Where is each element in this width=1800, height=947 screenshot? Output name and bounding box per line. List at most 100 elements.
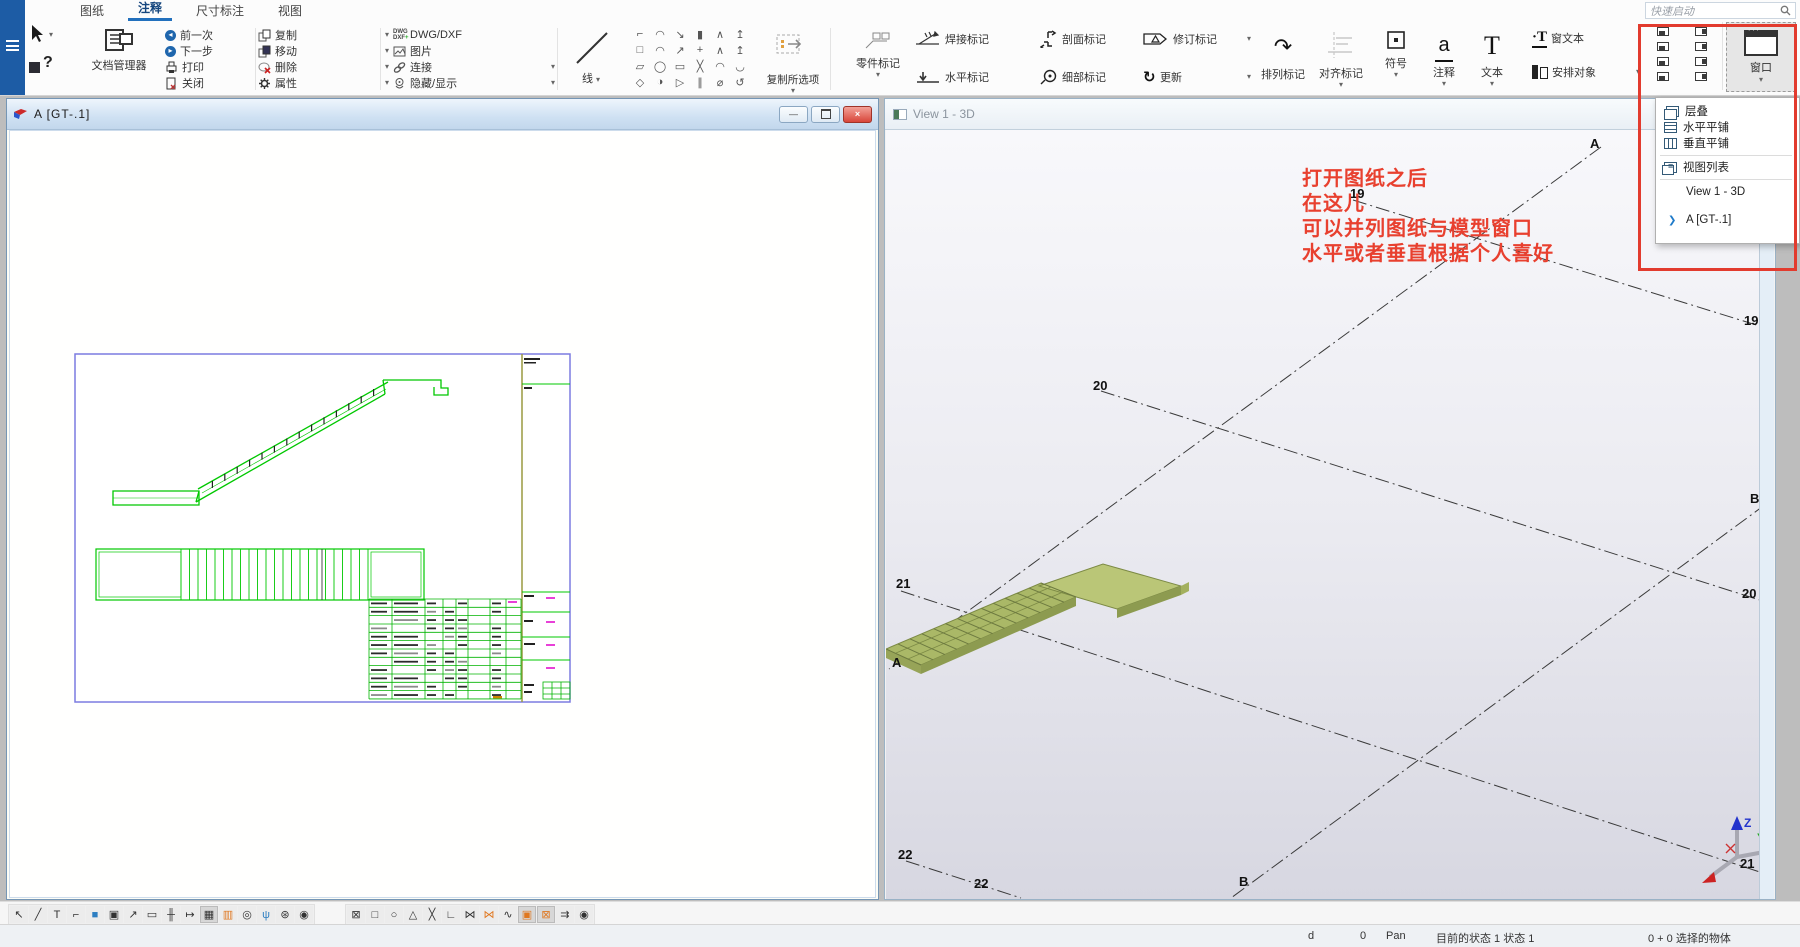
selection-switch-7[interactable]: ▭ [143,906,161,923]
selection-switch-5[interactable]: ▣ [105,906,123,923]
selection-switch-1[interactable]: ╱ [29,906,47,923]
arrange-v-icon[interactable] [1695,57,1707,66]
selection-switch-6[interactable]: ↗ [124,906,142,923]
snap-switch-4[interactable]: ╳ [423,906,441,923]
snap-switch-11[interactable]: ⇉ [556,906,574,923]
selection-switch-10[interactable]: ▦ [200,906,218,923]
snap-switch-5[interactable]: ∟ [442,906,460,923]
dwg-dxf-button[interactable]: ▾ DWGDXF+ DWG/DXF [385,27,462,43]
link-button[interactable]: ▾ 连接 ▾ [385,59,555,75]
arrange-right-icon[interactable] [1695,27,1707,36]
note-button[interactable]: a 注释▾ [1421,30,1467,88]
snap-switch-2[interactable]: ○ [385,906,403,923]
selection-switch-9[interactable]: ↦ [181,906,199,923]
arrange-corner-icon[interactable] [1695,42,1707,51]
snap-switch-12[interactable]: ◉ [575,906,593,923]
snap-switch-6[interactable]: ⋈ [461,906,479,923]
menu-item-view-list[interactable]: 视图列表 [1656,159,1799,175]
selection-switch-4[interactable]: ■ [86,906,104,923]
maximize-button[interactable] [811,106,840,123]
snap-switch-9[interactable]: ▣ [518,906,536,923]
sketch-shape-icon-11[interactable]: ↥ [735,44,744,57]
section-mark-button[interactable]: 剖面标记 [1040,31,1106,47]
minimize-button[interactable]: — [779,106,808,123]
sketch-shape-icon-20[interactable]: ▷ [676,76,684,89]
selection-switch-14[interactable]: ⊛ [276,906,294,923]
level-mark-button[interactable]: 水平标记 [915,69,989,85]
hide-show-button[interactable]: ▾ 隐藏/显示 ▾ [385,75,555,91]
selection-switch-3[interactable]: ⌐ [67,906,85,923]
tab-drawing[interactable]: 图纸 [70,0,114,21]
sketch-shape-icon-12[interactable]: ▱ [636,60,644,73]
selection-switch-2[interactable]: T [48,906,66,923]
sketch-shape-icon-6[interactable]: □ [637,44,644,56]
sketch-shape-icon-4[interactable]: ∧ [716,28,724,41]
selection-switch-0[interactable]: ↖ [10,906,28,923]
picture-button[interactable]: ▾ 图片 [385,43,432,59]
line-tool-icon[interactable] [574,30,610,66]
sketch-shape-icon-21[interactable]: ∥ [697,76,703,89]
print-button[interactable]: 打印 [165,59,204,75]
arrange-tile-icon[interactable] [1695,72,1707,81]
snap-switch-10[interactable]: ⊠ [537,906,555,923]
selection-switch-15[interactable]: ◉ [295,906,313,923]
doc-manager-button[interactable]: 文档管理器 [83,26,155,73]
menu-item-tile-vertical[interactable]: 垂直平铺 [1656,135,1799,151]
sketch-shape-icon-0[interactable]: ⌐ [637,28,643,40]
close-button[interactable]: 关闭 [165,75,204,91]
close-window-button[interactable]: × [843,106,872,123]
move-button[interactable]: 移动 [258,43,297,59]
drawing-window-titlebar[interactable]: A [GT-.1] — × [7,99,878,130]
window-text-button[interactable]: ·T 窗文本 [1532,30,1584,46]
menu-item-view-drawing[interactable]: ❯ A [GT-.1] [1656,210,1799,230]
quick-launch-search[interactable]: 快速启动 [1645,2,1796,19]
menu-item-view-3d[interactable]: View 1 - 3D [1656,184,1799,200]
sketch-shape-icon-13[interactable]: ◯ [654,60,666,73]
selection-switch-13[interactable]: ψ [257,906,275,923]
selection-switch-8[interactable]: ╫ [162,906,180,923]
weld-mark-button[interactable]: 焊接标记 [915,31,989,47]
sketch-shape-icon-5[interactable]: ↥ [735,28,744,41]
snap-switch-3[interactable]: △ [404,906,422,923]
menu-item-cascade[interactable]: 层叠 [1656,103,1799,119]
sketch-shape-icon-7[interactable]: ◠ [655,44,665,57]
arrange-dropdown-caret[interactable]: ▾ [1636,68,1640,76]
selection-switch-11[interactable]: ▥ [219,906,237,923]
properties-button[interactable]: 属性 [258,75,297,91]
arrange-left-icon[interactable] [1657,42,1669,51]
copy-selected-label[interactable]: 复制所选项▾ [754,72,832,95]
drawing-canvas[interactable] [9,130,876,898]
delete-button[interactable]: 删除 [258,59,297,75]
revision-mark-button[interactable]: 修订标记 ▾ [1143,31,1251,47]
arrange-bottom-icon[interactable] [1657,27,1669,36]
detail-mark-button[interactable]: 细部标记 [1040,69,1106,85]
arrange-marks-button[interactable]: ↷ 排列标记 [1255,30,1311,82]
tab-view[interactable]: 视图 [268,0,312,21]
sketch-shape-icon-17[interactable]: ◡ [735,60,745,73]
tab-annotate[interactable]: 注释 [128,0,172,21]
sketch-shape-icon-15[interactable]: ╳ [697,60,704,73]
symbol-button[interactable]: 符号▾ [1373,30,1419,79]
sketch-shape-icon-14[interactable]: ▭ [675,60,685,73]
sketch-shape-icon-16[interactable]: ◠ [715,60,725,73]
snap-switch-8[interactable]: ∿ [499,906,517,923]
sketch-shape-icon-9[interactable]: + [697,44,703,56]
sketch-shape-icon-1[interactable]: ◠ [655,28,665,41]
arrange-h-icon[interactable] [1657,57,1669,66]
arrange-cascade-icon[interactable] [1657,72,1669,81]
text-button[interactable]: T 文本▾ [1469,30,1515,88]
snap-switch-0[interactable]: ⊠ [347,906,365,923]
sketch-shape-icon-19[interactable]: ◑ [657,76,664,88]
snap-switch-7[interactable]: ⋈ [480,906,498,923]
model-window-titlebar[interactable]: View 1 - 3D [885,99,1775,130]
copy-selected-icon[interactable] [776,34,810,58]
previous-button[interactable]: ◂前一次 [165,27,213,43]
sketch-shape-icon-3[interactable]: ▮ [697,28,703,41]
sketch-shape-icon-18[interactable]: ◇ [636,76,644,89]
arrange-objects-button[interactable]: 安排对象 [1532,64,1596,80]
selection-switch-12[interactable]: ◎ [238,906,256,923]
menu-item-tile-horizontal[interactable]: 水平平铺 [1656,119,1799,135]
sketch-shape-icon-23[interactable]: ↺ [735,76,744,89]
window-menu-button[interactable]: 窗口 ▾ [1726,22,1796,92]
sketch-shape-icon-8[interactable]: ↗ [675,44,684,57]
